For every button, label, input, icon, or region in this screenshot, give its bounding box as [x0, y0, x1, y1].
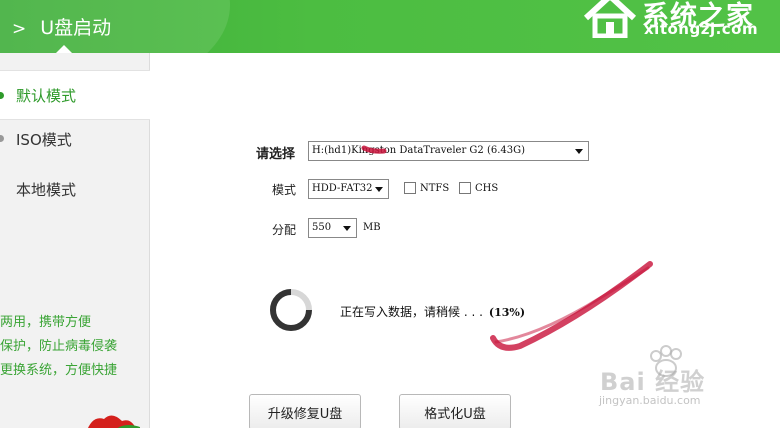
ntfs-checkbox[interactable]	[404, 182, 416, 194]
dot-icon	[0, 135, 4, 142]
header-notch	[56, 45, 72, 53]
repair-usb-button[interactable]: 升级修复U盘	[249, 394, 361, 428]
feature-text: 更换系统，方便快捷	[0, 363, 118, 378]
device-dropdown[interactable]: H:(hd1)Kingston DataTraveler G2 (6.43G)	[308, 141, 589, 161]
sidebar-item-default-mode[interactable]: 默认模式	[0, 70, 150, 120]
chevron-right-icon: >	[12, 19, 27, 39]
device-dropdown-value: H:(hd1)Kingston DataTraveler G2 (6.43G)	[312, 145, 525, 156]
allocation-unit: MB	[363, 222, 381, 233]
sidebar-item-local-mode[interactable]: 本地模式	[0, 164, 150, 214]
sidebar-item-label: 本地模式	[16, 180, 77, 199]
watermark-text: Bai 经验	[600, 368, 706, 396]
repair-usb-button-label: 升级修复U盘	[267, 406, 343, 422]
mode-dropdown[interactable]: HDD-FAT32	[308, 179, 389, 199]
active-dot-icon	[0, 92, 4, 99]
brand-logo: 系统之家 xitongzj.com	[580, 0, 780, 52]
gift-icon	[88, 415, 140, 428]
format-usb-button[interactable]: 格式化U盘	[399, 394, 511, 428]
mode-dropdown-value: HDD-FAT32	[312, 183, 373, 194]
format-usb-button-label: 格式化U盘	[424, 406, 486, 422]
feature-text: 两用，携带方便	[0, 315, 92, 330]
allocation-label: 分配	[272, 223, 297, 237]
allocation-dropdown[interactable]: 550	[308, 218, 357, 238]
sidebar: 默认模式 ISO模式 本地模式 两用，携带方便 保护，防止病毒侵袭 更换系统，方…	[0, 53, 150, 428]
house-icon	[583, 0, 637, 38]
chevron-down-icon	[343, 226, 351, 231]
chevron-down-icon	[375, 187, 383, 192]
feature-text: 保护，防止病毒侵袭	[0, 339, 118, 354]
allocation-dropdown-value: 550	[312, 222, 332, 233]
brand-name-en: xitongzj.com	[644, 20, 759, 38]
app-header: > U盘启动 系统之家 xitongzj.com	[0, 0, 780, 53]
chevron-down-icon	[575, 149, 583, 154]
sidebar-item-label: ISO模式	[16, 130, 72, 149]
mode-label: 模式	[272, 183, 297, 197]
ntfs-label: NTFS	[420, 183, 450, 194]
page-title: > U盘启动	[12, 13, 111, 40]
page-title-text: U盘启动	[40, 17, 112, 39]
chs-checkbox[interactable]	[459, 182, 471, 194]
sidebar-item-label: 默认模式	[16, 86, 77, 105]
loading-spinner-icon	[270, 289, 312, 331]
device-select-label: 请选择	[256, 147, 296, 162]
watermark-url: jingyan.baidu.com	[599, 394, 701, 407]
sidebar-item-iso-mode[interactable]: ISO模式	[0, 114, 150, 164]
progress-percent: (13%)	[488, 306, 526, 319]
progress-status-text: 正在写入数据，请稍候 . . .	[340, 305, 483, 319]
chs-label: CHS	[475, 183, 499, 194]
progress-status: 正在写入数据，请稍候 . . . (13%)	[340, 303, 525, 320]
